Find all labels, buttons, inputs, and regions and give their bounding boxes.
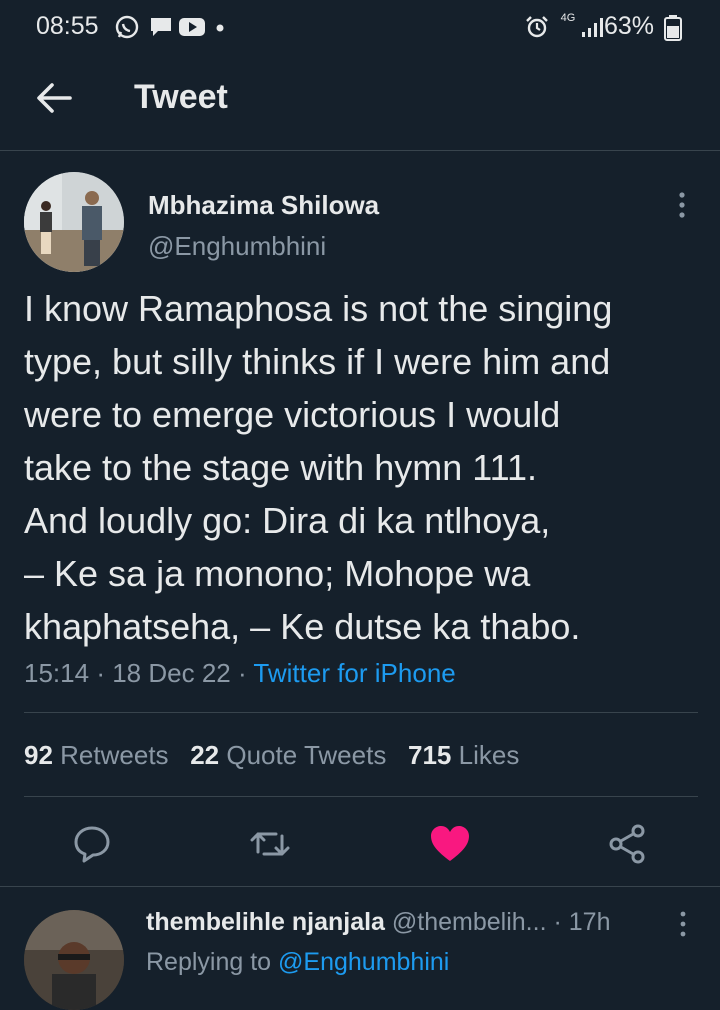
quotes-count: 22 [190,740,220,770]
replying-to-label: Replying to [146,948,272,976]
reply-icon[interactable] [70,822,114,866]
replying-to-handle[interactable]: @Enghumbhini [278,948,449,976]
share-icon[interactable] [606,822,650,866]
tweet-text: I know Ramaphosa is not the singing type… [24,288,613,647]
tweet-date: 18 Dec 22 [112,658,231,688]
author-handle[interactable]: @Enghumbhini [148,231,326,262]
replying-to: Replying to @Enghumbhini [146,948,449,977]
whatsapp-icon [115,15,139,39]
author-avatar-image [24,172,124,272]
header-divider [0,150,720,151]
status-time: 08:55 [36,12,99,40]
likes-label: Likes [458,740,520,770]
alarm-icon [526,16,548,38]
status-bar: 08:55 4G 63% [0,0,720,56]
likes-stat[interactable]: 715 Likes [408,740,519,770]
quotes-stat[interactable]: 22 Quote Tweets [190,740,386,770]
battery-percent: 63% [603,12,654,40]
page-title: Tweet [134,78,228,116]
quotes-label: Quote Tweets [226,740,387,770]
reply-more-options-icon[interactable] [674,910,692,938]
back-arrow-icon[interactable] [34,80,74,116]
tweet-source-link[interactable]: Twitter for iPhone [253,658,455,688]
battery-icon [664,15,682,41]
likes-count: 715 [408,740,452,770]
network-type: 4G [560,12,576,24]
meta-separator: · [96,658,105,688]
reply-avatar-image [24,910,124,1010]
reply-header: thembelihle njanjala @thembelih... · 17h [146,908,610,937]
dot-icon [216,24,224,32]
reply-age: 17h [568,908,611,936]
meta-divider [24,712,698,713]
stats-divider [24,796,698,797]
heart-icon[interactable] [428,822,472,866]
reply-author-handle[interactable]: @thembelih... [392,908,547,936]
author-avatar[interactable] [24,172,124,272]
tweet-meta: 15:14 · 18 Dec 22 · Twitter for iPhone [24,658,456,689]
reply-author-name[interactable]: thembelihle njanjala [146,908,385,936]
more-options-icon[interactable] [672,190,692,220]
reply-avatar[interactable] [24,910,124,1010]
youtube-icon [179,18,205,36]
retweets-count: 92 [24,740,53,770]
author-name[interactable]: Mbhazima Shilowa [148,190,379,221]
retweet-icon[interactable] [248,822,292,866]
actions-divider [0,886,720,887]
tweet-stats: 92 Retweets 22 Quote Tweets 715 Likes [24,740,519,771]
tweet-time: 15:14 [24,658,90,688]
reply-separator: · [553,908,562,936]
chat-icon [151,18,171,36]
retweets-stat[interactable]: 92 Retweets [24,740,169,770]
meta-separator: · [237,658,247,688]
retweets-label: Retweets [60,740,169,770]
